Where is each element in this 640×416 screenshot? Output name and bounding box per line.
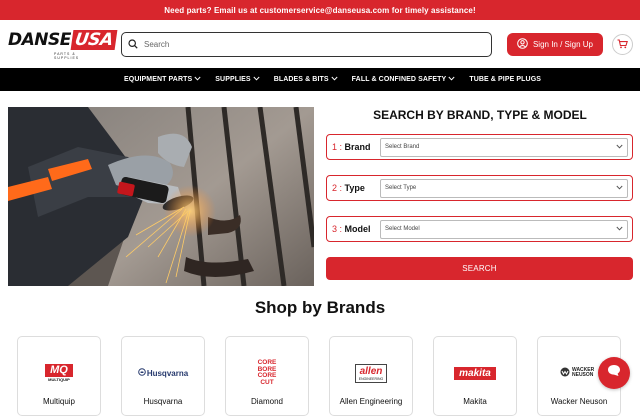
brand-select[interactable]: Select Brand bbox=[380, 137, 628, 157]
nav-item-tube-pipe-plugs[interactable]: TUBE & PIPE PLUGS bbox=[469, 76, 541, 83]
finder-title: SEARCH BY BRAND, TYPE & MODEL bbox=[373, 108, 587, 122]
model-selector-row: 3 : Model Select Model bbox=[326, 216, 633, 242]
chat-bubble-icon bbox=[607, 364, 621, 382]
announcement-bar: Need parts? Email us at customerservice@… bbox=[0, 0, 640, 20]
chevron-down-icon bbox=[194, 76, 201, 83]
chevron-down-icon bbox=[331, 76, 338, 83]
nav-item-equipment-parts[interactable]: EQUIPMENT PARTS bbox=[124, 76, 201, 83]
search-bar bbox=[121, 32, 492, 57]
model-select-value: Select Model bbox=[385, 226, 420, 232]
husqvarna-logo: Husqvarna bbox=[138, 353, 188, 393]
brand-name: Husqvarna bbox=[143, 397, 183, 406]
type-select[interactable]: Select Type bbox=[380, 178, 628, 198]
brand-name: Makita bbox=[463, 397, 487, 406]
chevron-down-icon bbox=[253, 76, 260, 83]
type-select-value: Select Type bbox=[385, 185, 417, 191]
sign-in-button[interactable]: Sign In / Sign Up bbox=[507, 33, 603, 56]
nav-item-label: TUBE & PIPE PLUGS bbox=[469, 76, 542, 83]
user-icon bbox=[517, 38, 528, 51]
brand-selector-row: 1 : Brand Select Brand bbox=[326, 134, 633, 160]
brand-select-value: Select Brand bbox=[385, 144, 420, 150]
nav-item-label: FALL & CONFINED SAFETY bbox=[351, 76, 447, 83]
brand-label: 1 : Brand bbox=[332, 142, 376, 152]
cart-button[interactable] bbox=[612, 34, 633, 55]
nav-item-supplies[interactable]: SUPPLIES bbox=[215, 76, 260, 83]
nav-item-fall-confined-safety[interactable]: FALL & CONFINED SAFETY bbox=[352, 76, 456, 83]
main-nav: EQUIPMENT PARTS SUPPLIES BLADES & BITS F… bbox=[0, 68, 640, 91]
search-icon[interactable] bbox=[128, 36, 138, 54]
logo-tagline: PARTS & SUPPLIES bbox=[54, 52, 80, 60]
brand-name: Diamond bbox=[250, 397, 283, 406]
step-number: 2 : bbox=[332, 183, 343, 193]
brand-card-multiquip[interactable]: MQ MULTIQUIP Multiquip bbox=[17, 336, 101, 416]
chevron-down-icon bbox=[616, 185, 623, 192]
logo-text-accent: USA bbox=[70, 30, 117, 50]
step-label: Model bbox=[344, 224, 371, 234]
brand-card-allen-engineering[interactable]: allen ENGINEERING Allen Engineering bbox=[329, 336, 413, 416]
brand-name: Allen Engineering bbox=[339, 397, 403, 406]
type-label: 2 : Type bbox=[332, 183, 376, 193]
step-label: Type bbox=[344, 183, 365, 193]
makita-logo: makita bbox=[454, 353, 496, 393]
sign-in-label: Sign In / Sign Up bbox=[532, 40, 594, 49]
step-number: 3 : bbox=[332, 224, 343, 234]
nav-item-label: EQUIPMENT PARTS bbox=[124, 76, 193, 83]
announcement-text: Need parts? Email us at customerservice@… bbox=[164, 5, 476, 15]
multiquip-logo: MQ MULTIQUIP bbox=[45, 353, 73, 393]
site-logo[interactable]: DANSE USA PARTS & SUPPLIES bbox=[8, 29, 117, 60]
brands-section-title: Shop by Brands bbox=[254, 298, 386, 317]
cart-icon bbox=[617, 36, 628, 54]
model-label: 3 : Model bbox=[332, 224, 376, 234]
brand-name: Wacker Neuson bbox=[550, 397, 608, 406]
chevron-down-icon bbox=[448, 76, 455, 83]
type-selector-row: 2 : Type Select Type bbox=[326, 175, 633, 201]
step-number: 1 : bbox=[332, 142, 343, 152]
hero-image bbox=[8, 107, 314, 286]
allen-engineering-logo: allen ENGINEERING bbox=[354, 353, 388, 393]
brand-card-makita[interactable]: makita Makita bbox=[433, 336, 517, 416]
chevron-down-icon bbox=[616, 226, 623, 233]
nav-item-label: SUPPLIES bbox=[215, 76, 251, 83]
finder-search-button[interactable]: SEARCH bbox=[326, 257, 633, 280]
wacker-neuson-emblem-icon bbox=[560, 364, 570, 382]
husqvarna-crown-icon bbox=[138, 368, 146, 378]
step-label: Brand bbox=[344, 142, 371, 152]
brand-card-diamond[interactable]: CORE BORE CORE CUT Diamond bbox=[225, 336, 309, 416]
model-select[interactable]: Select Model bbox=[380, 219, 628, 239]
part-finder: SEARCH BY BRAND, TYPE & MODEL 1 : Brand … bbox=[326, 107, 633, 280]
search-input[interactable] bbox=[144, 40, 474, 49]
logo-text-main: DANSE bbox=[8, 30, 71, 50]
diamond-logo: CORE BORE CORE CUT bbox=[257, 359, 277, 386]
nav-item-label: BLADES & BITS bbox=[273, 76, 329, 83]
brand-name: Multiquip bbox=[42, 397, 75, 406]
brand-card-husqvarna[interactable]: Husqvarna Husqvarna bbox=[121, 336, 205, 416]
wacker-neuson-logo: WACKER NEUSON bbox=[560, 353, 598, 393]
chevron-down-icon bbox=[616, 144, 623, 151]
nav-item-blades-bits[interactable]: BLADES & BITS bbox=[274, 76, 338, 83]
chat-button[interactable] bbox=[598, 357, 630, 389]
